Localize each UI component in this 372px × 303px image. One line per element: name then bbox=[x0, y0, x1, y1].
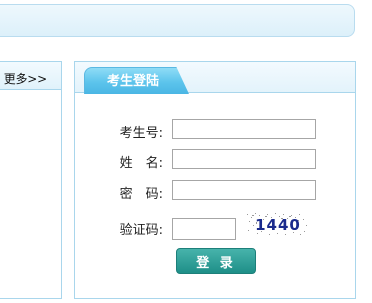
login-panel-header: 考生登陆 bbox=[75, 62, 355, 94]
name-label: 姓 名: bbox=[119, 156, 163, 171]
password-input[interactable] bbox=[172, 180, 316, 200]
captcha-label: 验证码: bbox=[119, 223, 163, 238]
captcha-input[interactable] bbox=[172, 218, 236, 240]
login-tab[interactable]: 考生登陆 bbox=[84, 67, 189, 94]
more-link[interactable]: 更多>> bbox=[4, 70, 48, 87]
captcha-image[interactable]: 1440 bbox=[245, 211, 309, 237]
password-label: 密 码: bbox=[119, 187, 163, 202]
news-panel-header: 更多>> bbox=[0, 62, 61, 90]
captcha-text: 1440 bbox=[255, 216, 301, 234]
news-panel: 更多>> bbox=[0, 61, 62, 299]
login-button[interactable]: 登 录 bbox=[176, 248, 256, 274]
top-banner-bar bbox=[0, 4, 355, 37]
exam-id-label: 考生号: bbox=[119, 126, 163, 141]
exam-id-input[interactable] bbox=[172, 119, 316, 139]
name-input[interactable] bbox=[172, 149, 316, 169]
login-panel: 考生登陆 考生号: 姓 名: 密 码: 验证码: 1440 登 录 bbox=[74, 61, 356, 299]
